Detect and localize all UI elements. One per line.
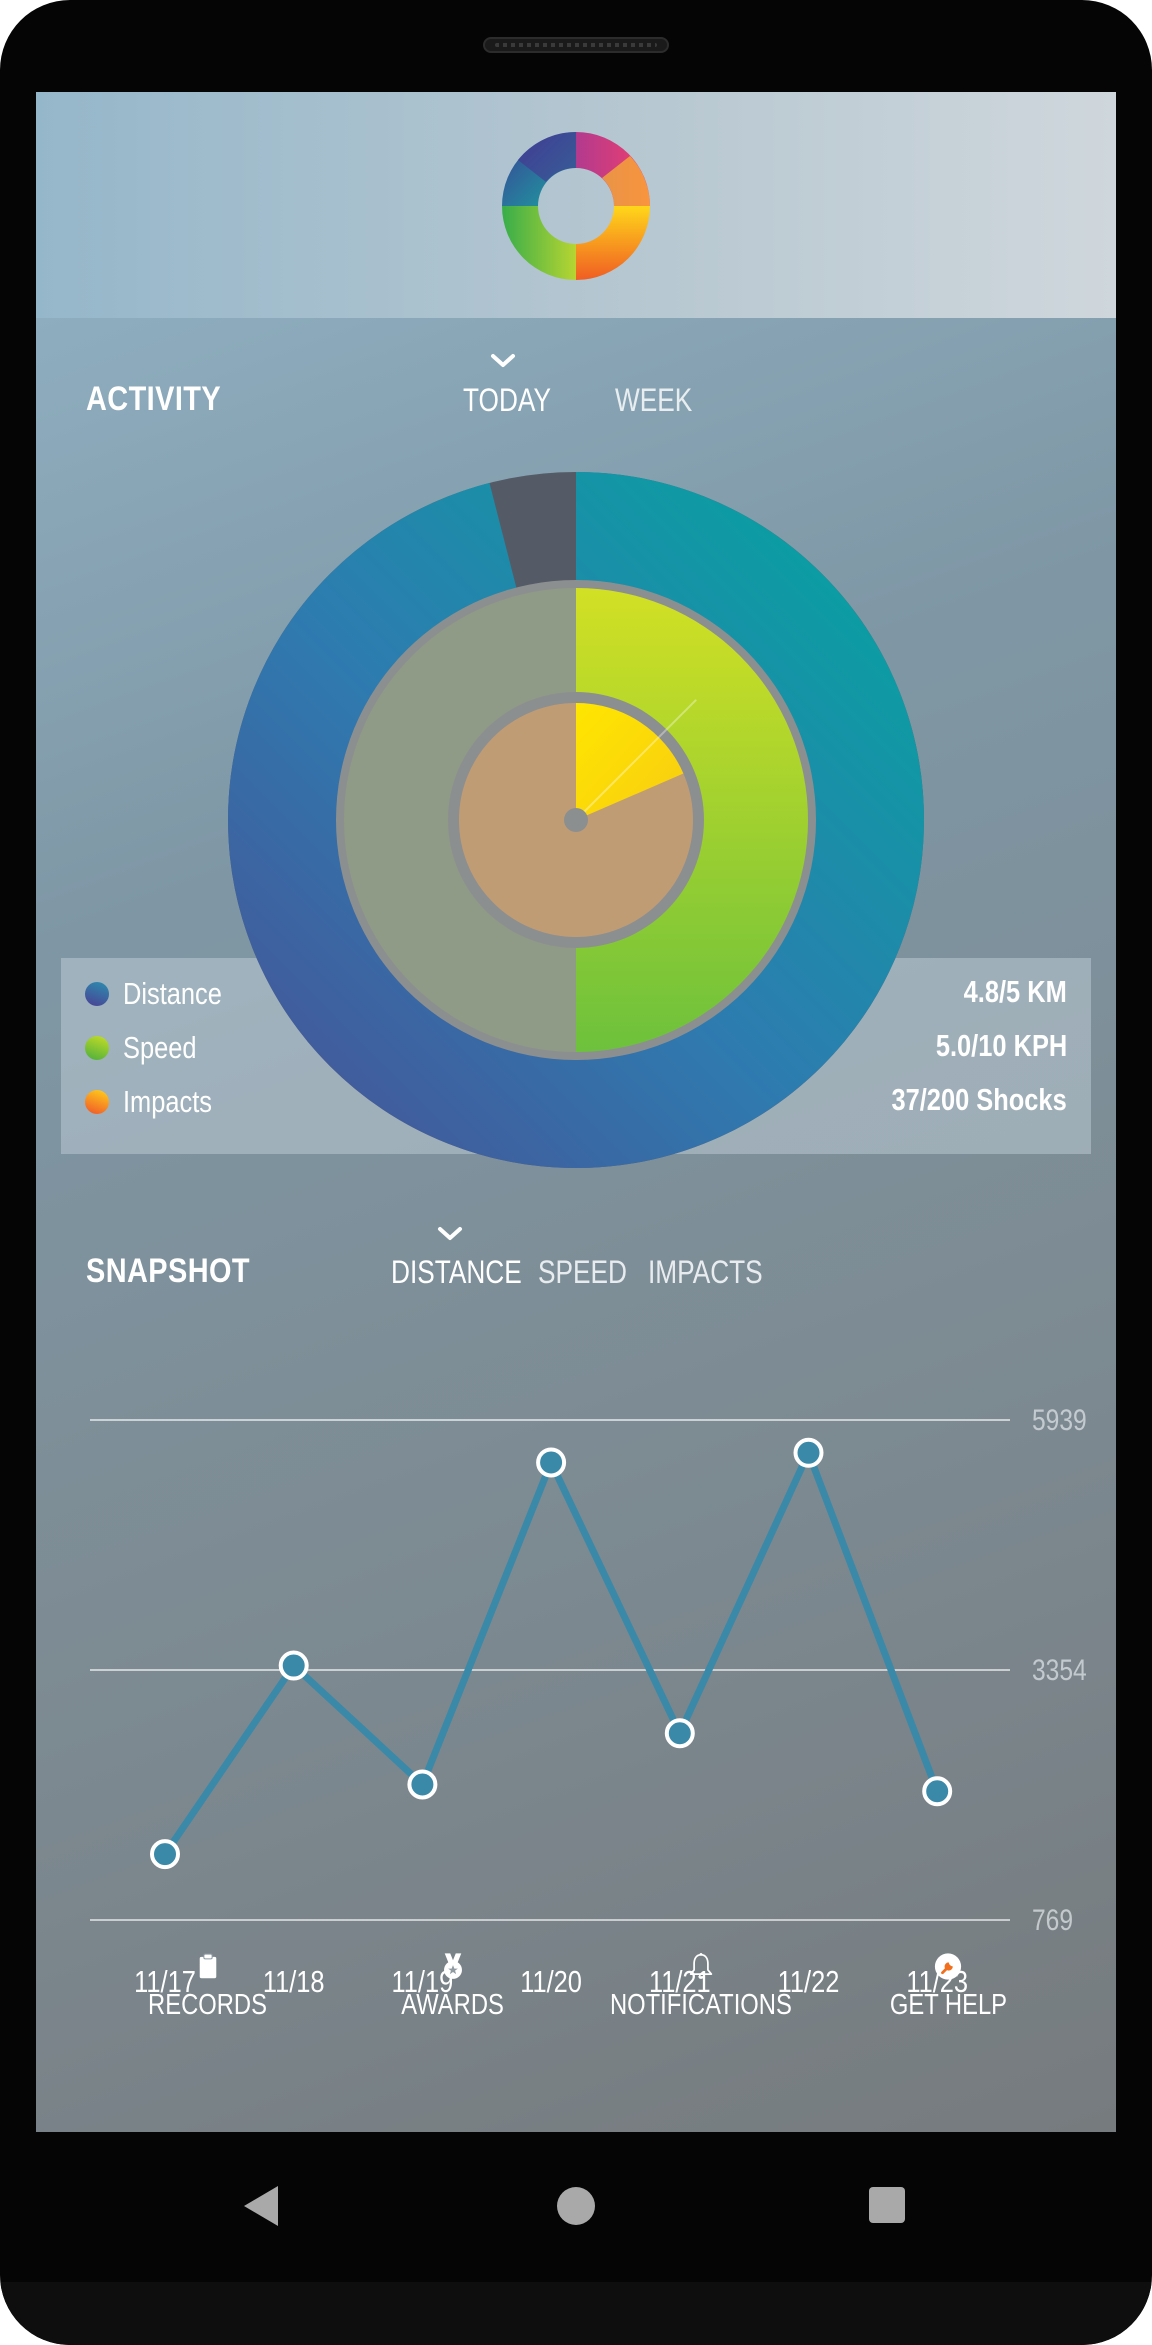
nav-get-help[interactable]: GET HELP (838, 1852, 1058, 2022)
data-point[interactable] (664, 1718, 695, 1749)
medal-icon (444, 1953, 462, 1979)
phone-frame: ACTIVITY TODAY WEEK Distance Speed Impac… (0, 0, 1152, 2345)
distance-dot-icon (85, 982, 109, 1006)
nav-records[interactable]: RECORDS (98, 1852, 318, 2022)
clipboard-icon (199, 1953, 217, 1979)
y-tick-label: 5939 (1032, 1403, 1087, 1437)
legend-item-distance: Distance (85, 974, 244, 1014)
tab-impacts[interactable]: IMPACTS (648, 1254, 763, 1291)
phone-chin (0, 2282, 1152, 2345)
recents-icon[interactable] (866, 2184, 908, 2226)
legend-value-distance: 4.8/5 KM (963, 974, 1067, 1009)
dial-hub (564, 808, 588, 832)
data-point[interactable] (536, 1447, 567, 1478)
nav-awards[interactable]: AWARDS (343, 1852, 563, 2022)
speed-dot-icon (85, 1036, 109, 1060)
wrench-icon (934, 1953, 962, 1980)
app-logo-icon (502, 131, 650, 280)
chevron-down-icon (491, 354, 515, 367)
activity-title: ACTIVITY (86, 380, 222, 418)
nav-label-records: RECORDS (148, 1989, 268, 2021)
data-point[interactable] (922, 1776, 953, 1807)
snapshot-title: SNAPSHOT (86, 1252, 250, 1290)
data-point[interactable] (793, 1437, 824, 1468)
bottom-navigation: RECORDS AWARDS NOTIFICATIONS GET HELP (36, 1952, 1116, 2132)
legend-label-distance: Distance (123, 976, 222, 1011)
legend-item-impacts: Impacts (85, 1082, 232, 1122)
legend-value-speed: 5.0/10 KPH (935, 1028, 1067, 1063)
series-line (162, 1443, 941, 1857)
tab-speed[interactable]: SPEED (538, 1254, 627, 1291)
nav-label-get-help: GET HELP (889, 1989, 1007, 2021)
data-point[interactable] (407, 1769, 438, 1800)
home-icon[interactable] (554, 2184, 598, 2228)
legend-label-impacts: Impacts (123, 1084, 212, 1119)
earpiece-speaker (483, 37, 669, 53)
chevron-down-icon (438, 1227, 462, 1240)
y-tick-label: 3354 (1032, 1653, 1087, 1687)
nav-label-notifications: NOTIFICATIONS (610, 1989, 792, 2021)
app-screen: ACTIVITY TODAY WEEK Distance Speed Impac… (36, 92, 1116, 2132)
bell-icon (689, 1953, 713, 1979)
tab-today[interactable]: TODAY (463, 382, 551, 419)
back-icon[interactable] (238, 2182, 284, 2230)
impacts-dot-icon (85, 1090, 109, 1114)
tab-distance[interactable]: DISTANCE (391, 1254, 522, 1291)
system-navigation-bar (0, 2132, 1152, 2282)
header-band (36, 92, 1116, 318)
legend-label-speed: Speed (123, 1030, 197, 1065)
nav-notifications[interactable]: NOTIFICATIONS (591, 1852, 811, 2022)
legend-item-speed: Speed (85, 1028, 213, 1068)
data-point[interactable] (278, 1650, 309, 1681)
tab-week[interactable]: WEEK (615, 382, 692, 419)
activity-rings-chart (227, 472, 925, 1168)
nav-label-awards: AWARDS (401, 1989, 505, 2021)
